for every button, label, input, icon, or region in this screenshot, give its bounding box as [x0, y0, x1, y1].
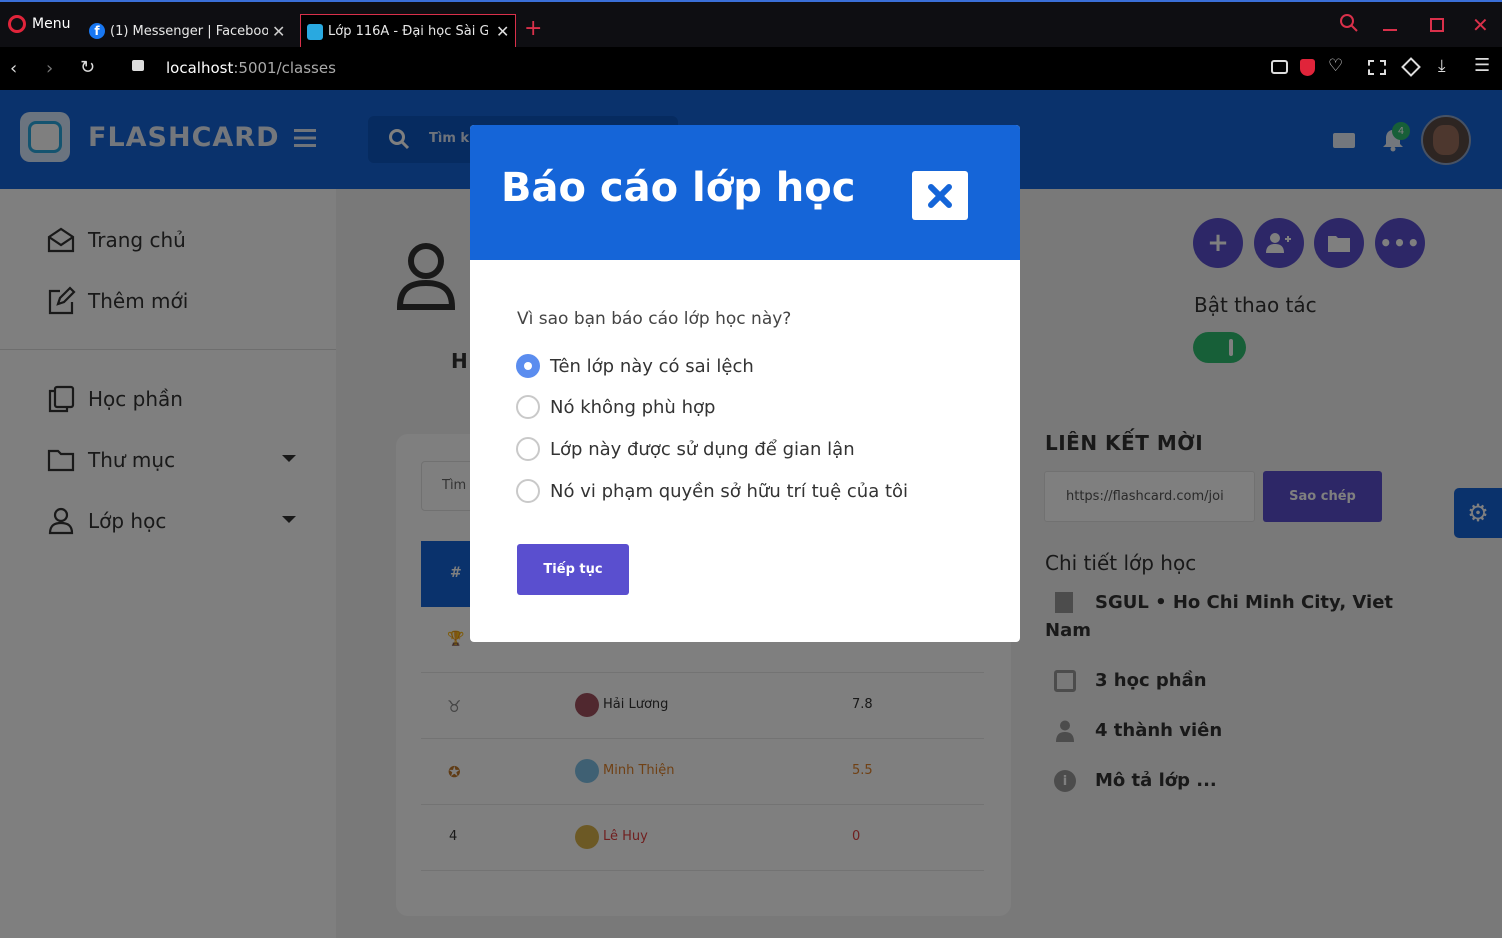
tab-title: (1) Messenger | Facebook [110, 23, 268, 39]
url-path: :5001/classes [233, 59, 336, 77]
report-option-label[interactable]: Tên lớp này có sai lệch [550, 356, 754, 377]
modal-title: Báo cáo lớp học [501, 165, 856, 211]
report-question: Vì sao bạn báo cáo lớp học này? [517, 309, 792, 329]
report-option-label[interactable]: Lớp này được sử dụng để gian lận [550, 439, 855, 460]
flashcard-favicon-icon [307, 23, 323, 40]
browser-menu-button[interactable]: Menu [8, 15, 70, 33]
lock-icon [132, 60, 144, 71]
reload-icon[interactable]: ↻ [80, 57, 95, 78]
url-field[interactable]: localhost:5001/classes [166, 59, 336, 77]
new-tab-plus-icon[interactable]: + [524, 16, 542, 41]
report-option[interactable]: Nó vi phạm quyền sở hữu trí tuệ của tôi [516, 479, 908, 503]
back-icon[interactable]: ‹ [10, 58, 17, 79]
browser-address-bar: ‹ › ↻ localhost:5001/classes ♡ ⤓ ☰ [0, 47, 1502, 90]
heart-icon[interactable]: ♡ [1328, 56, 1343, 76]
url-host: localhost [166, 59, 234, 77]
tab-messenger[interactable]: f (1) Messenger | Facebook ✕ [86, 14, 296, 48]
adblock-shield-icon[interactable] [1300, 59, 1315, 76]
report-option[interactable]: Tên lớp này có sai lệch [516, 354, 754, 378]
facebook-icon: f [89, 23, 105, 39]
browser-tab-bar: Menu f (1) Messenger | Facebook ✕ Lớp 11… [0, 0, 1502, 48]
camera-icon[interactable] [1271, 60, 1288, 74]
forward-icon[interactable]: › [46, 58, 53, 79]
maximize-icon[interactable] [1430, 18, 1444, 32]
radio-button[interactable] [516, 479, 540, 503]
download-icon[interactable]: ⤓ [1438, 56, 1446, 76]
opera-logo-icon [8, 15, 26, 33]
radio-button[interactable] [516, 437, 540, 461]
search-tabs-icon[interactable] [1338, 12, 1360, 34]
radio-button-checked[interactable] [516, 354, 540, 378]
close-tab-icon[interactable]: ✕ [272, 22, 285, 41]
radio-button[interactable] [516, 395, 540, 419]
report-option[interactable]: Nó không phù hợp [516, 395, 715, 419]
report-option[interactable]: Lớp này được sử dụng để gian lận [516, 437, 855, 461]
close-tab-icon[interactable]: ✕ [496, 22, 509, 41]
modal-close-button[interactable] [912, 171, 968, 220]
tab-title: Lớp 116A - Đại học Sài Gòn [328, 24, 488, 39]
easy-setup-icon[interactable]: ☰ [1474, 55, 1490, 76]
report-option-label[interactable]: Nó không phù hợp [550, 397, 715, 418]
modal-header: Báo cáo lớp học [470, 125, 1020, 260]
close-window-icon[interactable]: ✕ [1472, 13, 1489, 37]
extensions-cube-icon[interactable] [1401, 57, 1421, 77]
report-class-modal: Báo cáo lớp học Vì sao bạn báo cáo lớp h… [470, 125, 1020, 642]
snapshot-icon[interactable] [1368, 60, 1386, 75]
continue-button[interactable]: Tiếp tục [517, 544, 629, 595]
close-icon [927, 183, 953, 209]
tab-class[interactable]: Lớp 116A - Đại học Sài Gòn ✕ [300, 14, 516, 48]
browser-menu-label: Menu [32, 16, 71, 32]
minimize-icon[interactable] [1383, 29, 1397, 31]
report-option-label[interactable]: Nó vi phạm quyền sở hữu trí tuệ của tôi [550, 481, 908, 502]
